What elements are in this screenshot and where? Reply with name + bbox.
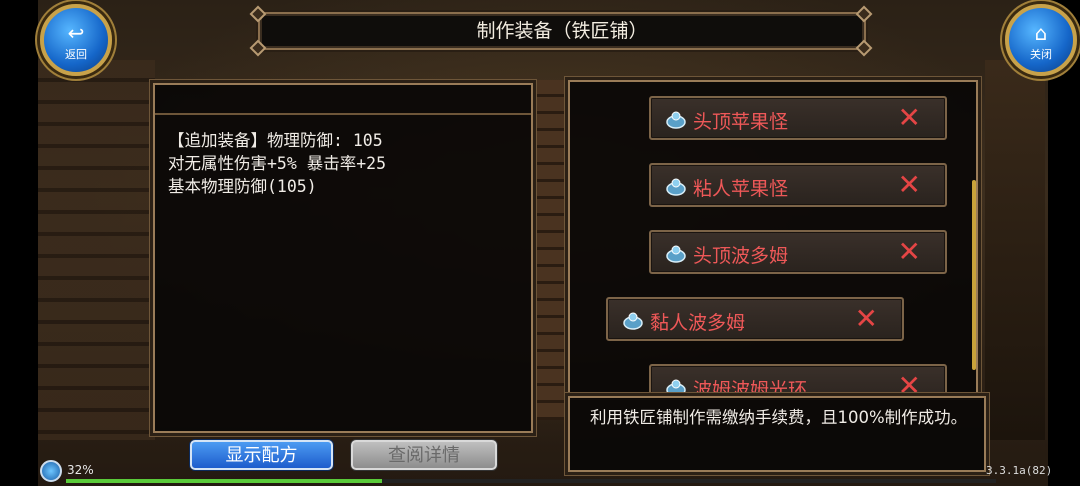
close-icon[interactable]: ✕ xyxy=(898,103,921,133)
fee-notice: 利用铁匠铺制作需缴纳手续费，且100%制作成功。 xyxy=(590,408,968,427)
material-icon xyxy=(666,245,686,263)
bookshelf-middle xyxy=(533,80,568,420)
material-item[interactable]: 头顶波多姆 ✕ xyxy=(649,230,947,274)
material-icon xyxy=(623,312,643,330)
view-details-button[interactable]: 查阅详情 xyxy=(351,440,497,470)
material-name: 黏人波多姆 xyxy=(650,312,746,334)
material-name: 头顶波多姆 xyxy=(693,245,789,267)
material-name: 粘人苹果怪 xyxy=(693,178,789,200)
notice-panel: 利用铁匠铺制作需缴纳手续费，且100%制作成功。 xyxy=(568,396,986,472)
show-recipe-button[interactable]: 显示配方 xyxy=(190,440,333,470)
home-icon: ⌂ xyxy=(1034,21,1048,45)
battery-icon xyxy=(40,460,62,482)
material-icon xyxy=(666,111,686,129)
close-icon[interactable]: ✕ xyxy=(855,304,878,334)
back-arrow-icon: ↩ xyxy=(67,21,85,45)
close-icon[interactable]: ✕ xyxy=(898,170,921,200)
bookshelf-right xyxy=(985,60,1045,440)
close-icon[interactable]: ✕ xyxy=(898,371,921,395)
description-line: 【追加装备】物理防御: 105 xyxy=(168,131,383,150)
material-item[interactable]: 粘人苹果怪 ✕ xyxy=(649,163,947,207)
description-line: 基本物理防御(105) xyxy=(168,177,317,196)
bookshelf-left xyxy=(35,60,155,440)
version-label: 3.3.1a(82) xyxy=(986,464,1053,477)
materials-panel: 头顶苹果怪 ✕ 粘人苹果怪 ✕ 头顶波多姆 ✕ 黏人波多姆 ✕ 波姆波姆光环 ✕ xyxy=(568,80,978,396)
material-name: 头顶苹果怪 xyxy=(693,111,789,133)
material-icon xyxy=(666,178,686,196)
close-button-label: 关闭 xyxy=(1030,48,1052,61)
close-icon[interactable]: ✕ xyxy=(898,237,921,267)
panel-divider xyxy=(155,113,531,115)
material-item[interactable]: 头顶苹果怪 ✕ xyxy=(649,96,947,140)
description-line: 对无属性伤害+5% 暴击率+25 xyxy=(168,154,387,173)
screen-edge-left xyxy=(0,0,38,486)
equipment-description-panel: 【追加装备】物理防御: 105 对无属性伤害+5% 暴击率+25 基本物理防御(… xyxy=(153,83,533,433)
battery-percent: 32% xyxy=(67,463,94,477)
back-button[interactable]: ↩ 返回 xyxy=(40,4,112,76)
equipment-description: 【追加装备】物理防御: 105 对无属性伤害+5% 暴击率+25 基本物理防御(… xyxy=(168,129,386,198)
close-button[interactable]: ⌂ 关闭 xyxy=(1005,4,1077,76)
material-icon xyxy=(666,379,686,394)
material-name: 波姆波姆光环 xyxy=(693,379,808,396)
material-item[interactable]: 黏人波多姆 ✕ xyxy=(606,297,904,341)
materials-scrollbar[interactable] xyxy=(972,180,976,370)
back-button-label: 返回 xyxy=(65,48,87,61)
page-title: 制作装备（铁匠铺） xyxy=(258,12,866,50)
loading-progress-fill xyxy=(66,479,383,483)
loading-progress-bar xyxy=(66,479,996,483)
material-item[interactable]: 波姆波姆光环 ✕ xyxy=(649,364,947,396)
